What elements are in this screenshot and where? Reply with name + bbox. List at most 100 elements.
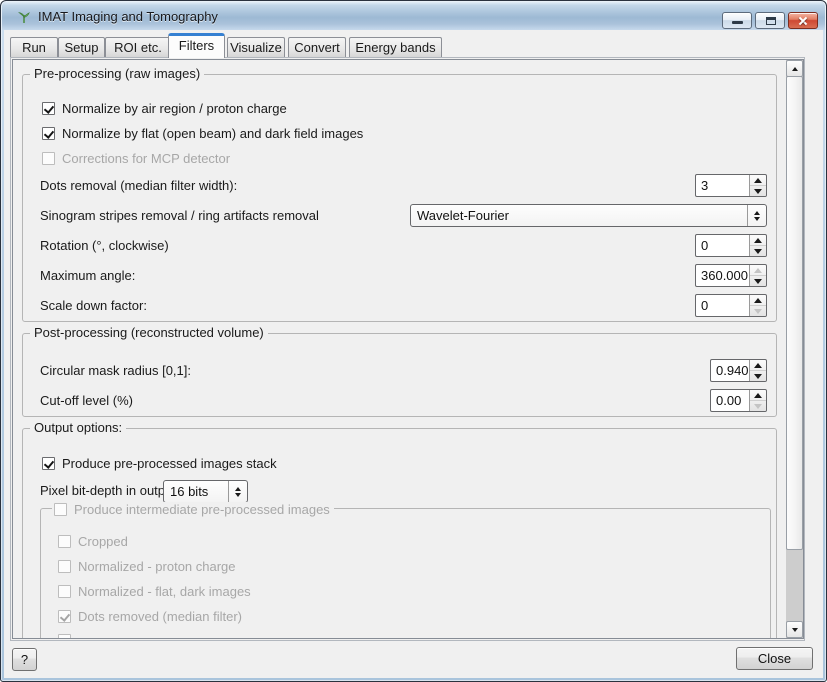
checkbox-cropped: Cropped bbox=[58, 534, 128, 549]
cutoff-label: Cut-off level (%) bbox=[40, 393, 133, 408]
combobox-arrows-icon bbox=[228, 481, 247, 502]
dots-removal-label: Dots removal (median filter width): bbox=[40, 178, 237, 193]
sinogram-combobox[interactable]: Wavelet-Fourier bbox=[410, 204, 767, 227]
checkbox-box bbox=[42, 152, 55, 165]
spin-up-icon bbox=[750, 265, 766, 275]
scroll-up-button[interactable] bbox=[786, 60, 803, 77]
window-title: IMAT Imaging and Tomography bbox=[38, 9, 218, 24]
tab-filters[interactable]: Filters bbox=[168, 33, 225, 58]
mask-radius-label: Circular mask radius [0,1]: bbox=[40, 363, 191, 378]
checkbox-produce-stack[interactable]: Produce pre-processed images stack bbox=[42, 456, 277, 471]
spinbox-buttons bbox=[749, 295, 766, 316]
tab-run[interactable]: Run bbox=[10, 37, 58, 57]
checkbox-label: Cropped bbox=[78, 534, 128, 549]
scroll-up-icon bbox=[792, 67, 798, 71]
minimize-button[interactable] bbox=[722, 12, 752, 29]
help-button[interactable]: ? bbox=[12, 648, 37, 671]
max-angle-spinbox[interactable]: 360.000 bbox=[695, 264, 767, 287]
spin-up-icon[interactable] bbox=[750, 295, 766, 305]
checkbox-dots-removed: Dots removed (median filter) bbox=[58, 609, 242, 624]
sinogram-label: Sinogram stripes removal / ring artifact… bbox=[40, 208, 319, 223]
group-preprocessing-title: Pre-processing (raw images) bbox=[30, 67, 204, 81]
checkbox-box bbox=[58, 610, 71, 623]
maximize-icon bbox=[766, 17, 776, 25]
tab-visualize[interactable]: Visualize bbox=[227, 37, 285, 57]
checkbox-label: Produce pre-processed images stack bbox=[62, 456, 277, 471]
spin-down-icon[interactable] bbox=[750, 245, 766, 256]
spin-up-icon[interactable] bbox=[750, 235, 766, 245]
mask-radius-spinbox[interactable]: 0.940 bbox=[710, 359, 767, 382]
spinbox-buttons bbox=[749, 265, 766, 286]
minimize-icon bbox=[732, 21, 743, 24]
spin-down-icon[interactable] bbox=[750, 275, 766, 286]
spinbox-value[interactable]: 360.000 bbox=[696, 265, 749, 286]
spin-down-icon bbox=[750, 305, 766, 316]
combobox-arrows-icon bbox=[747, 205, 766, 226]
combobox-value: 16 bits bbox=[164, 481, 228, 502]
checkbox-box bbox=[58, 560, 71, 573]
close-button[interactable]: Close bbox=[736, 647, 813, 670]
filters-viewport: Pre-processing (raw images) Normalize by… bbox=[13, 60, 786, 638]
application-window: IMAT Imaging and Tomography Run Setup RO… bbox=[0, 0, 827, 682]
tab-energy-bands[interactable]: Energy bands bbox=[349, 37, 442, 57]
spin-down-icon[interactable] bbox=[750, 185, 766, 196]
group-output-options-title: Output options: bbox=[30, 421, 126, 435]
close-icon bbox=[798, 16, 808, 26]
scroll-down-button[interactable] bbox=[786, 621, 803, 638]
group-postprocessing-title: Post-processing (reconstructed volume) bbox=[30, 326, 268, 340]
checkbox-box bbox=[42, 457, 55, 470]
checkbox-mcp-corrections: Corrections for MCP detector bbox=[42, 151, 230, 166]
spinbox-buttons bbox=[749, 390, 766, 411]
maximize-button[interactable] bbox=[755, 12, 785, 29]
rotation-spinbox[interactable]: 0 bbox=[695, 234, 767, 257]
checkbox-label: Normalized - flat, dark images bbox=[78, 584, 251, 599]
checkbox-normalize-flat-dark[interactable]: Normalize by flat (open beam) and dark f… bbox=[42, 126, 363, 141]
vertical-scrollbar[interactable] bbox=[786, 60, 803, 638]
plant-icon bbox=[16, 9, 32, 25]
spin-up-icon[interactable] bbox=[750, 360, 766, 370]
checkbox-box bbox=[58, 535, 71, 548]
checkbox-label: Produce intermediate pre-processed image… bbox=[74, 502, 330, 517]
checkbox-label: Normalize by flat (open beam) and dark f… bbox=[62, 126, 363, 141]
spinbox-value[interactable]: 3 bbox=[696, 175, 749, 196]
scrollbar-thumb[interactable] bbox=[786, 76, 803, 550]
checkbox-produce-intermediate: Produce intermediate pre-processed image… bbox=[52, 502, 334, 517]
spinbox-value[interactable]: 0 bbox=[696, 295, 749, 316]
spinbox-value[interactable]: 0 bbox=[696, 235, 749, 256]
bit-depth-combobox[interactable]: 16 bits bbox=[163, 480, 248, 503]
spinbox-value[interactable]: 0.00 bbox=[711, 390, 749, 411]
titlebar[interactable]: IMAT Imaging and Tomography bbox=[2, 2, 825, 30]
tab-convert[interactable]: Convert bbox=[288, 37, 346, 57]
tab-roi-etc[interactable]: ROI etc. bbox=[105, 37, 171, 57]
spin-up-icon[interactable] bbox=[750, 175, 766, 185]
max-angle-label: Maximum angle: bbox=[40, 268, 135, 283]
scale-down-spinbox[interactable]: 0 bbox=[695, 294, 767, 317]
checkbox-box bbox=[42, 127, 55, 140]
checkbox-normalized-flat-dark: Normalized - flat, dark images bbox=[58, 584, 251, 599]
checkbox-box bbox=[42, 102, 55, 115]
checkbox-label: Normalized - proton charge bbox=[78, 559, 236, 574]
checkbox-normalized-proton: Normalized - proton charge bbox=[58, 559, 236, 574]
dots-removal-spinbox[interactable]: 3 bbox=[695, 174, 767, 197]
checkbox-box bbox=[58, 585, 71, 598]
checkbox-label: Corrections for MCP detector bbox=[62, 151, 230, 166]
spinbox-buttons bbox=[749, 360, 766, 381]
tab-setup[interactable]: Setup bbox=[58, 37, 105, 57]
spinbox-buttons bbox=[749, 175, 766, 196]
spinbox-buttons bbox=[749, 235, 766, 256]
rotation-label: Rotation (°, clockwise) bbox=[40, 238, 169, 253]
scroll-down-icon bbox=[792, 628, 798, 632]
cutoff-spinbox[interactable]: 0.00 bbox=[710, 389, 767, 412]
checkbox-label: Dots removed (median filter) bbox=[78, 609, 242, 624]
combobox-value: Wavelet-Fourier bbox=[411, 205, 747, 226]
spinbox-value[interactable]: 0.940 bbox=[711, 360, 749, 381]
checkbox-label: Normalize by air region / proton charge bbox=[62, 101, 287, 116]
checkbox-box bbox=[54, 503, 67, 516]
checkbox-box bbox=[58, 634, 71, 638]
scale-down-label: Scale down factor: bbox=[40, 298, 147, 313]
spin-down-icon[interactable] bbox=[750, 370, 766, 381]
close-window-button[interactable] bbox=[788, 12, 818, 29]
checkbox-partially-visible bbox=[58, 633, 71, 638]
spin-up-icon[interactable] bbox=[750, 390, 766, 400]
checkbox-normalize-air[interactable]: Normalize by air region / proton charge bbox=[42, 101, 287, 116]
